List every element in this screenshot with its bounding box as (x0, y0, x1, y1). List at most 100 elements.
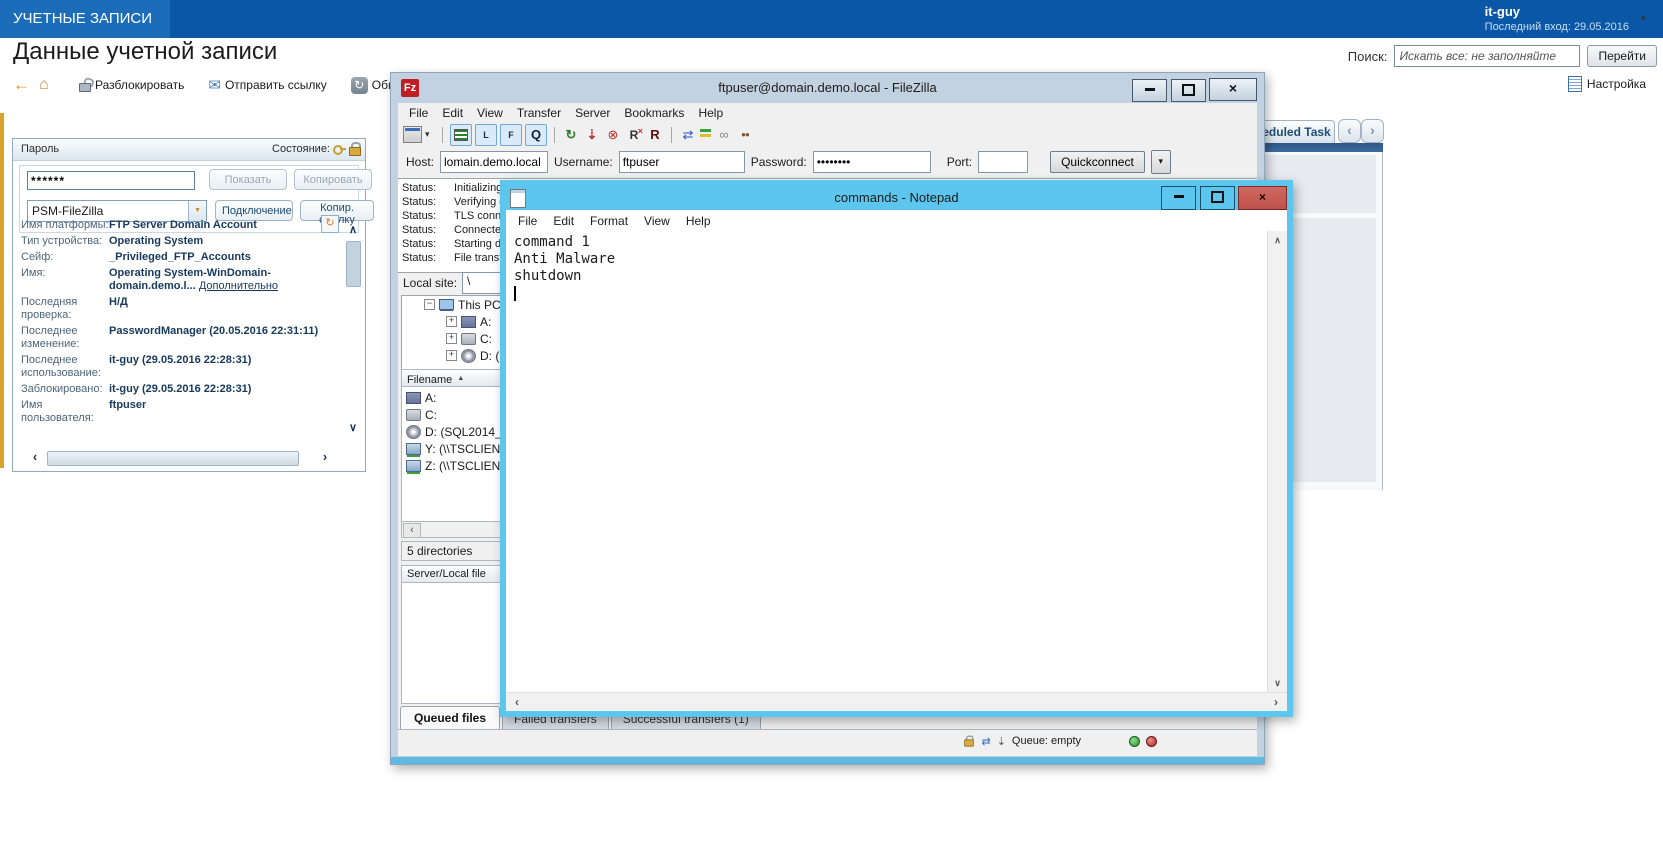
maximize-button[interactable] (1199, 186, 1235, 210)
message-log-toggle-icon[interactable] (450, 123, 472, 146)
queue-toggle-icon[interactable]: Q (525, 123, 547, 146)
tabs-scroll-right-button[interactable]: › (1361, 119, 1384, 143)
refresh-listing-icon[interactable]: ↻ (562, 127, 580, 143)
connect-button[interactable]: Подключение (215, 200, 293, 221)
property-label: Заблокировано: (21, 383, 103, 395)
port-input[interactable] (978, 151, 1029, 173)
menu-file[interactable]: File (402, 104, 435, 122)
property-label: Последнее использование: (21, 354, 101, 379)
search-label: Поиск: (1347, 48, 1388, 64)
property-value: _Privileged_FTP_Accounts (109, 251, 251, 263)
scroll-thumb[interactable] (346, 241, 361, 287)
synchronized-browsing-icon[interactable] (700, 128, 712, 141)
user-menu-chevron-icon[interactable]: ▾ (1641, 13, 1651, 24)
lock-icon (349, 142, 361, 156)
expand-icon[interactable]: + (446, 333, 457, 344)
send-link-button[interactable]: ✉ Отправить ссылку (208, 76, 326, 94)
expand-icon[interactable]: + (446, 350, 457, 361)
site-manager-icon[interactable] (403, 126, 422, 143)
notepad-vertical-scrollbar[interactable]: ∧ ∨ (1267, 231, 1287, 693)
search-input[interactable] (1394, 45, 1581, 67)
menu-format[interactable]: Format (582, 212, 636, 230)
properties-vertical-scrollbar[interactable]: ∧ ∨ (345, 223, 361, 435)
property-label: Тип устройства: (21, 235, 103, 247)
scroll-down-icon[interactable]: ∨ (1268, 678, 1287, 689)
cancel-operation-icon[interactable]: ⊗ (604, 127, 622, 143)
scroll-up-icon[interactable]: ∧ (345, 223, 361, 237)
maximize-button[interactable] (1170, 79, 1206, 102)
quickconnect-button[interactable]: Quickconnect (1050, 151, 1145, 173)
local-tree-toggle-icon[interactable]: L (475, 123, 497, 146)
scroll-up-icon[interactable]: ∧ (1268, 235, 1287, 246)
username-input[interactable] (618, 151, 745, 173)
reconnect-icon[interactable]: R (646, 127, 664, 142)
toolbar-separator (442, 126, 443, 143)
property-row: Последнее изменение: PasswordManager (20… (21, 325, 321, 351)
port-label: Port: (946, 155, 973, 169)
collapse-icon[interactable]: − (424, 299, 435, 310)
sort-ascending-icon: ▲ (457, 375, 465, 382)
close-button[interactable]: × (1209, 78, 1257, 101)
combo-chevron-icon[interactable]: ▼ (188, 201, 206, 221)
properties-horizontal-scrollbar[interactable]: ‹ › (27, 450, 333, 466)
page-accent-strip (0, 113, 4, 468)
connection-component-value: PSM-FileZilla (32, 204, 104, 218)
close-button[interactable]: × (1238, 186, 1287, 210)
password-input[interactable] (812, 151, 931, 173)
scroll-right-icon[interactable]: › (1268, 695, 1284, 709)
scroll-right-icon[interactable]: › (317, 450, 333, 466)
back-icon[interactable]: ← (13, 75, 33, 95)
chevron-left-icon: ‹ (1347, 122, 1352, 138)
site-manager-dropdown-icon[interactable]: ▾ (425, 129, 435, 140)
quickconnect-dropdown-icon[interactable]: ▾ (1150, 150, 1171, 174)
menu-transfer[interactable]: Transfer (510, 104, 568, 122)
link-icon[interactable]: ∞ (715, 127, 733, 142)
property-row: Сейф: _Privileged_FTP_Accounts (21, 251, 321, 264)
tab-accounts[interactable]: УЧЕТНЫЕ ЗАПИСИ (0, 0, 171, 38)
settings-button[interactable]: Настройка (1567, 76, 1646, 92)
find-files-icon[interactable]: ●● (736, 130, 754, 139)
minimize-button[interactable] (1161, 186, 1197, 210)
menu-edit[interactable]: Edit (435, 104, 470, 122)
notepad-horizontal-scrollbar[interactable]: ‹ › (506, 692, 1287, 711)
property-value: Н/Д (109, 296, 128, 308)
show-password-button[interactable]: Показать (209, 169, 287, 190)
scroll-left-icon[interactable]: ‹ (27, 450, 43, 466)
filezilla-titlebar[interactable]: Fz ftpuser@domain.demo.local - FileZilla… (391, 73, 1264, 103)
menu-view[interactable]: View (636, 212, 678, 230)
tabs-scroll-left-button[interactable]: ‹ (1338, 119, 1361, 143)
scroll-left-icon[interactable]: ‹ (509, 695, 525, 709)
copy-password-button[interactable]: Копировать (294, 169, 372, 190)
compare-directories-icon[interactable]: ⇄ (679, 127, 697, 143)
speed-limits-icon: ⇣ (996, 735, 1006, 748)
disconnect-icon[interactable]: R × (625, 126, 643, 142)
toolbar-separator (554, 126, 555, 143)
more-details-link[interactable]: Дополнительно (199, 280, 278, 292)
host-input[interactable] (440, 151, 549, 173)
expand-icon[interactable]: + (446, 316, 457, 327)
minimize-button[interactable] (1132, 79, 1168, 102)
password-field[interactable] (27, 171, 195, 190)
tab-queued-files[interactable]: Queued files (400, 706, 501, 729)
filezilla-toolbar: ▾ L F Q ↻ ⇣ ⊗ R × R ⇄ ∞ ●● (398, 122, 1257, 147)
chevron-right-icon: › (1370, 122, 1375, 138)
scroll-left-icon[interactable]: ‹ (403, 523, 421, 538)
process-queue-icon[interactable]: ⇣ (583, 127, 601, 143)
menu-bookmarks[interactable]: Bookmarks (617, 104, 691, 122)
notepad-titlebar[interactable]: commands - Notepad × (506, 186, 1287, 210)
maximize-icon (1210, 190, 1224, 203)
notepad-text-area[interactable]: command 1 Anti Malware shutdown (506, 231, 1268, 693)
menu-help[interactable]: Help (678, 212, 719, 230)
menu-file[interactable]: File (510, 212, 545, 230)
menu-view[interactable]: View (470, 104, 510, 122)
scroll-down-icon[interactable]: ∨ (345, 421, 361, 435)
home-icon[interactable]: ⌂ (39, 76, 59, 94)
unlock-button[interactable]: Разблокировать (79, 76, 184, 92)
remote-tree-toggle-icon[interactable]: F (500, 123, 522, 146)
menu-edit[interactable]: Edit (545, 212, 582, 230)
search-go-button[interactable]: Перейти (1587, 45, 1657, 67)
menu-server[interactable]: Server (568, 104, 617, 122)
user-menu[interactable]: it-guy Последний вход: 29.05.2016 (1485, 4, 1629, 33)
scroll-thumb[interactable] (47, 451, 299, 466)
menu-help[interactable]: Help (691, 104, 730, 122)
